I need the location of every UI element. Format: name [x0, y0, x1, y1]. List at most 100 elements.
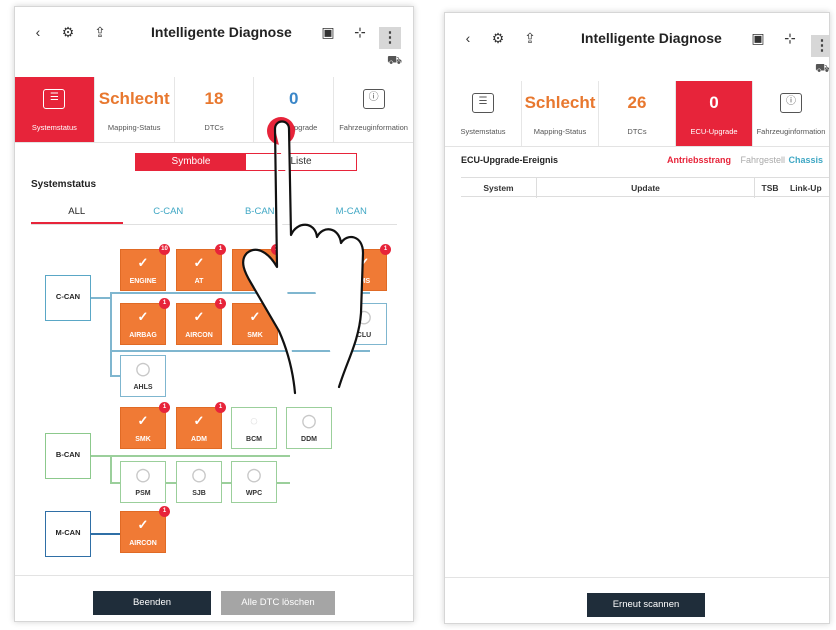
systemstatus-label: Systemstatus: [460, 127, 506, 136]
loading-icon: ◌: [250, 413, 258, 428]
dtc-badge: 1: [215, 402, 226, 413]
ecu-chip-icon[interactable]: ▣: [749, 29, 767, 47]
ecu-upgrade-count: 0: [709, 93, 719, 112]
upload-icon[interactable]: ⇪: [521, 29, 539, 47]
status-cell-ecu-upgrade[interactable]: 0 ECU-Upgrade: [676, 81, 753, 146]
right-screen: ‹ ⚙ ⇪ Intelligente Diagnose ▣ ⊹ ⋮ ⛟ ☰ Sy…: [444, 12, 830, 624]
filter-chassis[interactable]: Chassis: [788, 155, 823, 165]
checkmark-icon: ◯: [191, 467, 207, 482]
filter-antriebsstrang[interactable]: Antriebsstrang: [667, 155, 731, 165]
car-icon[interactable]: ⛟: [815, 61, 829, 77]
ecu-ddm[interactable]: ◯ DDM: [286, 407, 332, 449]
ecu-bcm[interactable]: ◌ BCM: [231, 407, 277, 449]
status-cell-systemstatus[interactable]: ☰ Systemstatus: [15, 77, 95, 142]
dtc-badge: 10: [159, 244, 170, 255]
ecu-wpc[interactable]: ◯ WPC: [231, 461, 277, 503]
expand-icon[interactable]: ⊹: [781, 29, 799, 47]
toggle-symbols[interactable]: Symbole: [136, 154, 246, 170]
ecu-name: SJB: [192, 490, 206, 497]
status-cell-mapping[interactable]: Schlecht Mapping-Status: [522, 81, 599, 146]
checkmark-icon: ✓: [137, 413, 149, 428]
tab-all[interactable]: ALL: [31, 199, 123, 224]
status-cell-systemstatus[interactable]: ☰ Systemstatus: [445, 81, 522, 146]
ecu-chip-icon[interactable]: ▣: [319, 23, 337, 41]
end-button[interactable]: Beenden: [93, 591, 211, 615]
ecu-name: AT: [194, 278, 204, 285]
status-cell-mapping[interactable]: Schlecht Mapping-Status: [95, 77, 175, 142]
b-can-vertical: [110, 455, 112, 483]
ecu-smk-b[interactable]: ✓ SMK 1: [120, 402, 170, 449]
expand-icon[interactable]: ⊹: [351, 23, 369, 41]
checkmark-icon: ◯: [135, 467, 151, 482]
ecu-adm[interactable]: ✓ ADM 1: [176, 402, 226, 449]
back-arrow-icon[interactable]: ‹: [29, 23, 47, 41]
rescan-button[interactable]: Erneut scannen: [587, 593, 705, 617]
ecu-name: ENGINE: [129, 278, 157, 285]
ecu-name: WPC: [245, 490, 263, 497]
c-can-vertical: [110, 292, 112, 376]
more-menu-icon[interactable]: ⋮: [379, 27, 401, 49]
vehicle-info-icon: ⓘ: [780, 93, 802, 113]
gear-car-icon[interactable]: ⚙: [489, 29, 507, 47]
checkmark-icon: ◯: [135, 361, 151, 376]
ecu-sjb[interactable]: ◯ SJB: [176, 461, 222, 503]
ecu-upgrade-label: ECU-Upgrade: [690, 127, 738, 136]
top-bar: ‹ ⚙ ⇪ Intelligente Diagnose ▣ ⊹ ⋮: [445, 19, 829, 59]
gear-car-icon[interactable]: ⚙: [59, 23, 77, 41]
ecu-engine[interactable]: ✓ ENGINE 10: [120, 244, 170, 291]
vehicle-info-icon: ⓘ: [362, 89, 385, 109]
m-can-link: [91, 533, 121, 535]
car-icon[interactable]: ⛟: [387, 53, 402, 69]
tab-c-can[interactable]: C-CAN: [123, 199, 215, 224]
ecu-ahls[interactable]: ◯ AHLS: [120, 355, 166, 397]
event-table-header: System Update TSB Link-Up: [461, 177, 829, 198]
page-title: Intelligente Diagnose: [581, 30, 722, 46]
back-arrow-icon[interactable]: ‹: [459, 29, 477, 47]
b-can-bus: B-CAN: [45, 433, 91, 479]
ecu-name: SMK: [135, 436, 151, 443]
b-can-trunk: [91, 455, 111, 457]
c-can-trunk: [91, 297, 111, 299]
b-can-row1: [110, 455, 290, 457]
ecu-name: AIRCON: [129, 540, 157, 547]
ecu-name: BCM: [246, 436, 262, 443]
upload-icon[interactable]: ⇪: [91, 23, 109, 41]
status-cell-dtcs[interactable]: 26 DTCs: [599, 81, 676, 146]
checkmark-icon: ✓: [137, 309, 149, 324]
left-screen: ‹ ⚙ ⇪ Intelligente Diagnose ▣ ⊹ ⋮ ⛟ ☰ Sy…: [14, 6, 414, 622]
footer-divider: [15, 575, 413, 576]
ecu-name: AIRBAG: [129, 332, 157, 339]
checkmark-icon: ✓: [193, 255, 205, 270]
mapping-label: Mapping-Status: [107, 123, 161, 132]
m-can-bus: M-CAN: [45, 511, 91, 557]
event-title: ECU-Upgrade-Ereignis: [461, 155, 559, 165]
list-check-icon: ☰: [43, 89, 66, 109]
mapping-label: Mapping-Status: [533, 127, 587, 136]
top-bar: ‹ ⚙ ⇪ Intelligente Diagnose ▣ ⊹ ⋮: [15, 13, 413, 53]
checkmark-icon: ✓: [137, 517, 149, 532]
ecu-aircon-m[interactable]: ✓ AIRCON 1: [120, 506, 170, 553]
list-check-icon: ☰: [472, 93, 494, 113]
hand-pointer-icon: [242, 117, 365, 395]
dtc-count: 26: [627, 93, 647, 112]
dtc-badge: 1: [215, 244, 226, 255]
checkmark-icon: ✓: [193, 309, 205, 324]
more-menu-icon[interactable]: ⋮: [811, 35, 829, 57]
mapping-value: Schlecht: [524, 93, 596, 112]
checkmark-icon: ◯: [246, 467, 262, 482]
ecu-name: PSM: [135, 490, 151, 497]
ecu-aircon[interactable]: ✓ AIRCON 1: [176, 298, 226, 345]
ecu-airbag[interactable]: ✓ AIRBAG 1: [120, 298, 170, 345]
ecu-at[interactable]: ✓ AT 1: [176, 244, 226, 291]
checkmark-icon: ✓: [137, 255, 149, 270]
ecu-psm[interactable]: ◯ PSM: [120, 461, 166, 503]
dtc-badge: 1: [159, 506, 170, 517]
ecu-name: DDM: [301, 436, 317, 443]
dtc-label: DTCs: [627, 127, 647, 136]
status-cell-vehicle-info[interactable]: ⓘ Fahrzeuginformation: [753, 81, 829, 146]
clear-dtc-button[interactable]: Alle DTC löschen: [221, 591, 335, 615]
filter-fahrgestell[interactable]: Fahrgestell: [740, 155, 785, 165]
dtc-count: 18: [204, 89, 224, 108]
checkmark-icon: ◯: [301, 413, 317, 428]
col-link-up: Link-Up: [790, 183, 822, 193]
